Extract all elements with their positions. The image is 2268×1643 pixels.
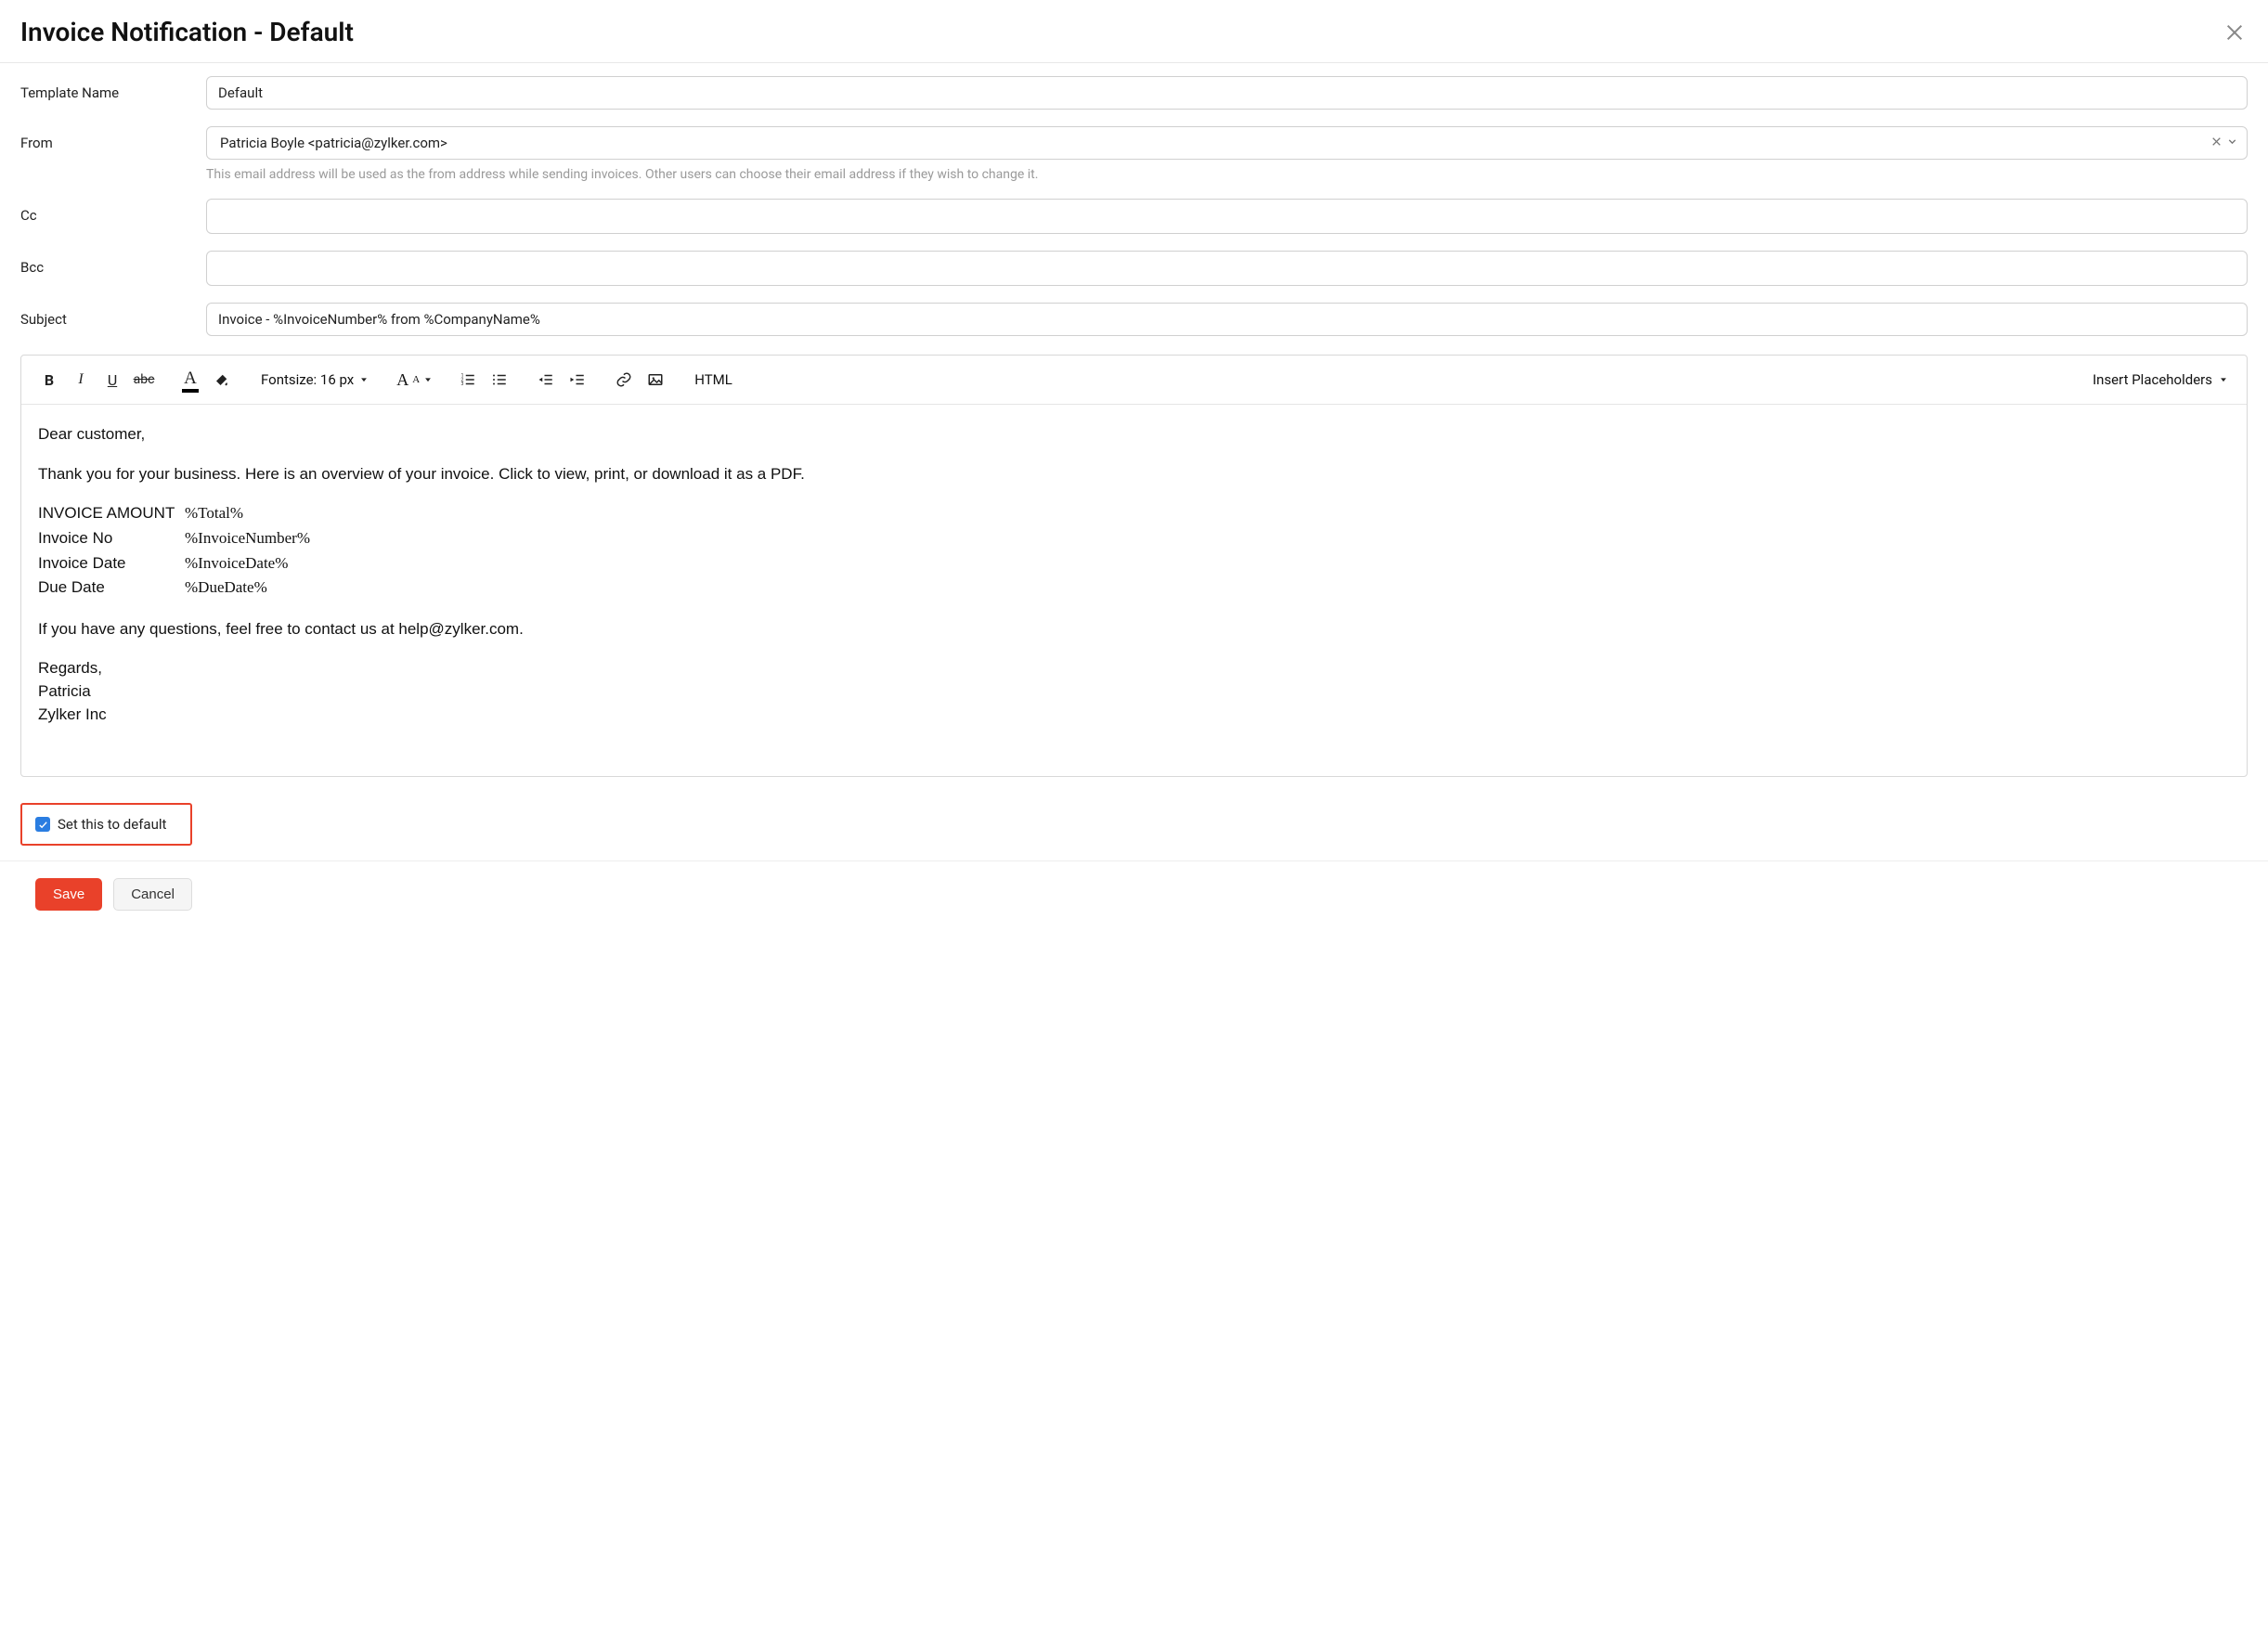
paint-bucket-icon <box>214 371 230 388</box>
from-select[interactable]: Patricia Boyle <patricia@zylker.com> <box>206 126 2248 160</box>
modal-header: Invoice Notification - Default <box>0 0 2268 63</box>
ordered-list-button[interactable]: 123 <box>453 365 483 395</box>
template-name-row: Template Name <box>20 76 2248 110</box>
image-button[interactable] <box>641 365 670 395</box>
modal-title: Invoice Notification - Default <box>20 17 354 47</box>
from-row: From Patricia Boyle <patricia@zylker.com… <box>20 126 2248 182</box>
body-company: Zylker Inc <box>38 704 2230 727</box>
invoice-notification-modal: Invoice Notification - Default Template … <box>0 0 2268 948</box>
editor-content[interactable]: Dear customer, Thank you for your busine… <box>21 405 2247 776</box>
strikethrough-button[interactable]: abc <box>129 365 159 395</box>
unordered-list-icon <box>491 371 508 388</box>
cc-label: Cc <box>20 199 206 224</box>
underline-button[interactable]: U <box>97 365 127 395</box>
body-greeting: Dear customer, <box>38 423 2230 446</box>
x-icon <box>2210 136 2223 148</box>
editor-toolbar: B I U abc A Fontsize: 16 px AA 1 <box>21 356 2247 405</box>
caret-down-icon <box>423 375 433 384</box>
insert-placeholders-dropdown[interactable]: Insert Placeholders <box>2087 365 2234 395</box>
font-family-icon: A <box>396 370 408 390</box>
cc-input[interactable] <box>206 199 2248 234</box>
check-icon <box>38 820 48 830</box>
link-icon <box>616 371 632 388</box>
invoice-summary-table: INVOICE AMOUNT%Total% Invoice No%Invoice… <box>38 502 310 602</box>
link-button[interactable] <box>609 365 639 395</box>
caret-down-icon <box>359 375 369 384</box>
font-family-dropdown[interactable]: AA <box>393 365 436 395</box>
table-row: INVOICE AMOUNT%Total% <box>38 502 310 527</box>
template-name-label: Template Name <box>20 76 206 101</box>
bcc-input[interactable] <box>206 251 2248 286</box>
set-default-label: Set this to default <box>58 816 166 833</box>
html-button[interactable]: HTML <box>687 365 740 395</box>
svg-text:3: 3 <box>461 382 464 387</box>
cancel-button[interactable]: Cancel <box>113 878 192 911</box>
from-clear-button[interactable] <box>2210 135 2223 151</box>
close-icon <box>2224 22 2245 43</box>
subject-label: Subject <box>20 303 206 328</box>
text-color-icon: A <box>184 369 197 391</box>
template-name-input[interactable] <box>206 76 2248 110</box>
bcc-label: Bcc <box>20 251 206 276</box>
image-icon <box>647 371 664 388</box>
footer-actions: Save Cancel <box>0 861 2268 911</box>
cc-row: Cc <box>20 199 2248 234</box>
caret-down-icon <box>2219 375 2228 384</box>
from-label: From <box>20 126 206 151</box>
fontsize-dropdown[interactable]: Fontsize: 16 px <box>253 365 376 395</box>
from-helper-text: This email address will be used as the f… <box>206 167 2248 182</box>
chevron-down-icon <box>2226 136 2238 148</box>
outdent-button[interactable] <box>531 365 561 395</box>
body-intro: Thank you for your business. Here is an … <box>38 463 2230 486</box>
text-color-button[interactable]: A <box>175 365 205 395</box>
body-signoff: Regards, <box>38 657 2230 680</box>
bold-button[interactable]: B <box>34 365 64 395</box>
save-button[interactable]: Save <box>35 878 102 911</box>
subject-input[interactable] <box>206 303 2248 336</box>
subject-row: Subject <box>20 303 2248 336</box>
table-row: Invoice No%InvoiceNumber% <box>38 527 310 552</box>
table-row: Invoice Date%InvoiceDate% <box>38 552 310 577</box>
bcc-row: Bcc <box>20 251 2248 286</box>
italic-button[interactable]: I <box>66 365 96 395</box>
close-button[interactable] <box>2222 19 2248 45</box>
indent-button[interactable] <box>563 365 592 395</box>
indent-icon <box>569 371 586 388</box>
body-outro: If you have any questions, feel free to … <box>38 618 2230 641</box>
body-signer: Patricia <box>38 680 2230 704</box>
rich-text-editor: B I U abc A Fontsize: 16 px AA 1 <box>20 355 2248 777</box>
form-body: Template Name From Patricia Boyle <patri… <box>0 63 2268 336</box>
unordered-list-button[interactable] <box>485 365 514 395</box>
set-default-checkbox[interactable] <box>35 817 50 832</box>
table-row: Due Date%DueDate% <box>38 576 310 602</box>
from-dropdown-caret[interactable] <box>2226 135 2238 151</box>
from-value: Patricia Boyle <patricia@zylker.com> <box>220 135 447 151</box>
ordered-list-icon: 123 <box>460 371 476 388</box>
outdent-icon <box>538 371 554 388</box>
fill-color-button[interactable] <box>207 365 237 395</box>
set-default-highlight: Set this to default <box>20 803 192 846</box>
